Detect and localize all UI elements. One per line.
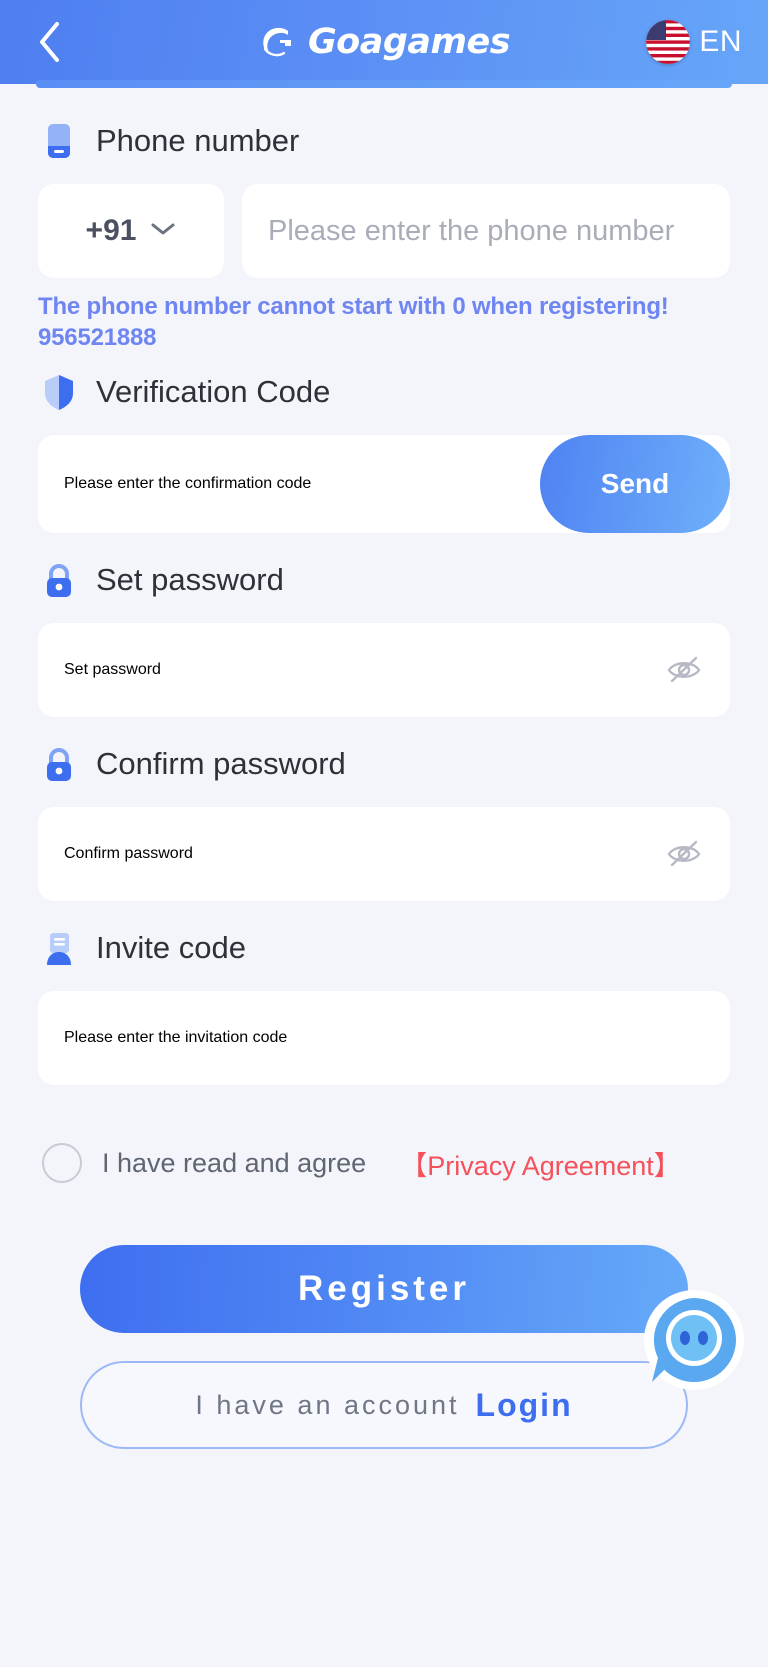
confirm-password-input[interactable]: Confirm password bbox=[38, 807, 730, 902]
language-selector[interactable]: EN bbox=[646, 20, 742, 64]
invite-code-input[interactable]: Please enter the invitation code bbox=[38, 991, 730, 1086]
phone-icon bbox=[38, 120, 80, 162]
country-code-value: +91 bbox=[85, 214, 137, 247]
verification-code-input[interactable]: Please enter the confirmation code Send bbox=[38, 435, 730, 534]
confirm-password-section: Confirm password Confirm password bbox=[38, 743, 730, 902]
app-header: Goagames EN bbox=[0, 0, 768, 88]
login-prefix-text: I have an account bbox=[195, 1389, 460, 1420]
invite-card-icon bbox=[38, 927, 80, 969]
phone-number-placeholder: Please enter the phone number bbox=[268, 214, 675, 247]
chat-support-icon bbox=[642, 1288, 746, 1392]
phone-hint-text: The phone number cannot start with 0 whe… bbox=[38, 293, 669, 351]
confirm-password-label: Confirm password bbox=[96, 746, 346, 782]
privacy-agreement-link[interactable]: 【Privacy Agreement】 bbox=[400, 1144, 681, 1183]
phone-number-label: Phone number bbox=[96, 123, 300, 158]
verification-code-placeholder: Please enter the confirmation code bbox=[64, 475, 312, 493]
shield-icon bbox=[38, 371, 80, 413]
phone-number-input[interactable]: Please enter the phone number bbox=[242, 184, 730, 278]
registration-screen: Goagames EN Phone number +91 Please ente… bbox=[0, 0, 768, 1667]
lock-icon bbox=[38, 743, 80, 785]
chat-support-button[interactable] bbox=[642, 1288, 746, 1392]
chevron-down-icon bbox=[150, 221, 176, 242]
eye-off-icon[interactable] bbox=[664, 650, 704, 690]
us-flag-icon bbox=[646, 20, 691, 64]
verification-label-row: Verification Code bbox=[38, 371, 730, 413]
invite-code-section: Invite code Please enter the invitation … bbox=[38, 927, 730, 1086]
set-password-section: Set password Set password bbox=[38, 559, 730, 718]
login-label: Login bbox=[475, 1386, 573, 1423]
send-code-button[interactable]: Send bbox=[540, 435, 730, 534]
lock-icon bbox=[38, 559, 80, 601]
phone-input-row: +91 Please enter the phone number bbox=[38, 184, 730, 278]
brand-name: Goagames bbox=[307, 22, 511, 62]
country-code-select[interactable]: +91 bbox=[38, 184, 224, 278]
invite-code-placeholder: Please enter the invitation code bbox=[64, 1029, 288, 1047]
agreement-checkbox[interactable] bbox=[42, 1143, 82, 1184]
set-password-input[interactable]: Set password bbox=[38, 623, 730, 718]
back-button[interactable] bbox=[26, 19, 72, 65]
goagames-logo-icon bbox=[258, 22, 298, 62]
invite-code-label-row: Invite code bbox=[38, 927, 730, 969]
confirm-password-label-row: Confirm password bbox=[38, 743, 730, 785]
registration-form: Phone number +91 Please enter the phone … bbox=[0, 84, 768, 1450]
privacy-agreement-row: I have read and agree 【Privacy Agreement… bbox=[38, 1143, 730, 1184]
register-button-wrap: Register bbox=[38, 1245, 730, 1334]
login-button-wrap: I have an account Login bbox=[38, 1361, 730, 1450]
eye-off-icon[interactable] bbox=[664, 834, 704, 874]
set-password-label-row: Set password bbox=[38, 559, 730, 601]
verification-section: Verification Code Please enter the confi… bbox=[38, 371, 730, 534]
verification-label: Verification Code bbox=[96, 374, 331, 410]
language-label: EN bbox=[699, 25, 742, 58]
header-accent-bar bbox=[36, 80, 732, 88]
set-password-label: Set password bbox=[96, 562, 284, 598]
agreement-text: I have read and agree bbox=[102, 1147, 367, 1178]
confirm-password-placeholder: Confirm password bbox=[64, 845, 193, 863]
register-button[interactable]: Register bbox=[80, 1245, 688, 1334]
set-password-placeholder: Set password bbox=[64, 661, 161, 679]
chevron-left-icon bbox=[36, 20, 62, 64]
invite-code-label: Invite code bbox=[96, 930, 246, 966]
login-button[interactable]: I have an account Login bbox=[80, 1361, 688, 1450]
phone-number-label-row: Phone number bbox=[38, 120, 730, 162]
